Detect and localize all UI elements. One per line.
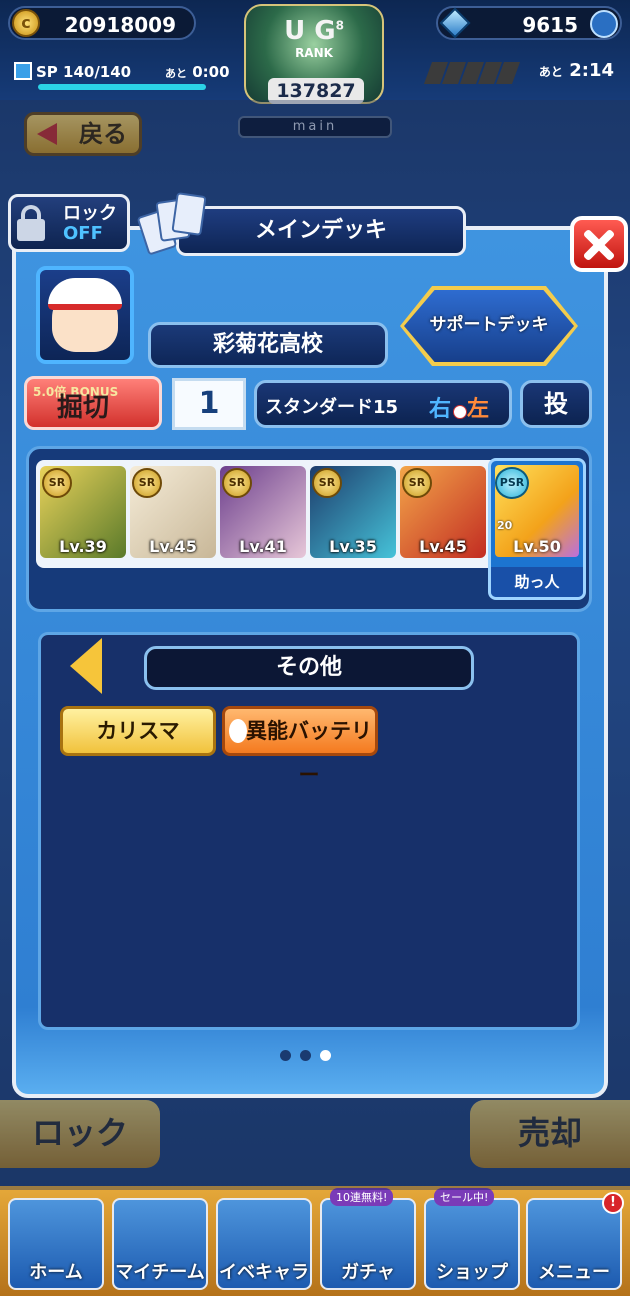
deck-card[interactable]: SR Lv.39 (40, 466, 126, 558)
nav-shop[interactable]: セール中! ショップ (424, 1188, 520, 1290)
helper-mini-badge: 20 (497, 519, 513, 532)
deck-card[interactable]: SR Lv.35 (310, 466, 396, 558)
nav-home-label: ホーム (29, 1262, 83, 1283)
stamina-gauge (423, 62, 538, 88)
gem-icon (439, 7, 471, 39)
top-status-bar: c 20918009 U G8 RANK 137827 9615 SP 140/… (0, 0, 630, 104)
special-ability-icon (229, 719, 247, 743)
deck-card[interactable]: SR Lv.45 (130, 466, 216, 558)
gem-value: 9615 (522, 13, 578, 37)
baseball-icon (453, 405, 467, 419)
close-button[interactable] (570, 216, 628, 272)
nav-gacha[interactable]: 10連無料! ガチャ (320, 1188, 416, 1290)
sp-indicator: SP 140/140 (14, 62, 131, 81)
bat-hand: 左 (467, 397, 490, 422)
throw-hand: 右 (429, 397, 452, 422)
rank-badge[interactable]: U G8 RANK 137827 (244, 4, 384, 104)
rank-label: RANK (295, 46, 333, 60)
card-level: Lv.45 (419, 537, 467, 556)
rarity-badge: SR (312, 468, 342, 498)
lock-label: ロック (63, 203, 117, 224)
lock-toggle[interactable]: ロック OFF (8, 194, 130, 252)
card-level: Lv.35 (329, 537, 377, 556)
rarity-badge: SR (402, 468, 432, 498)
sp-timer: あと 0:00 (165, 63, 230, 81)
support-deck-button[interactable]: サポートデッキ (400, 286, 578, 366)
skill-chip[interactable]: カリスマ (60, 706, 216, 756)
modal-title: メインデッキ (176, 206, 466, 256)
deck-cards-icon (136, 192, 207, 256)
deck-type: スタンダード15 右 左 (254, 380, 512, 428)
nav-home[interactable]: ホーム (8, 1198, 104, 1290)
page-indicator (280, 1046, 350, 1061)
sp-icon (14, 62, 32, 80)
deck-card[interactable]: SR Lv.41 (220, 466, 306, 558)
card-level: Lv.45 (149, 537, 197, 556)
notification-badge: ! (602, 1192, 624, 1214)
bonus-tag: 5.0倍 BONUS 掘切 (24, 376, 162, 430)
skill-panel (38, 632, 580, 1030)
gem-add-icon[interactable] (590, 10, 618, 38)
coin-icon: c (12, 9, 40, 37)
chevron-left-icon (70, 638, 102, 694)
rarity-badge: SR (132, 468, 162, 498)
player-avatar[interactable] (36, 266, 134, 364)
card-level: Lv.41 (239, 537, 287, 556)
bottom-nav: ホーム マイチーム イベキャラ 10連無料! ガチャ セール中! ショップ ! … (0, 1186, 630, 1296)
support-deck-label: サポートデッキ (429, 315, 549, 335)
lock-state: OFF (63, 223, 103, 244)
nav-my-team-label: マイチーム (115, 1262, 205, 1283)
sp-gauge (38, 84, 206, 90)
nav-event-chara-label: イベキャラ (219, 1262, 309, 1283)
nav-menu[interactable]: ! メニュー (526, 1192, 624, 1290)
position-badge: 投 (520, 380, 592, 428)
nav-my-team[interactable]: マイチーム (112, 1198, 208, 1290)
deck-number: 1 (172, 378, 246, 430)
helper-label: 助っ人 (491, 567, 583, 597)
card-level: Lv.39 (59, 537, 107, 556)
page-dot[interactable] (300, 1050, 311, 1061)
rank-ug-emblem: U G8 (284, 16, 344, 46)
stamina-timer: あと 2:14 (538, 60, 614, 81)
nav-gacha-label: ガチャ (341, 1262, 395, 1283)
deck-type-label: スタンダード15 (265, 397, 399, 418)
gem-counter[interactable]: 9615 (436, 6, 622, 40)
nav-shop-label: ショップ (436, 1262, 508, 1283)
nav-menu-label: メニュー (538, 1262, 610, 1283)
page-dot-active[interactable] (320, 1050, 331, 1061)
coin-counter[interactable]: c 20918009 (8, 6, 196, 40)
helper-card[interactable]: PSR 20 Lv.50 助っ人 (488, 458, 586, 600)
previous-page-button[interactable] (70, 638, 104, 694)
skill-chip[interactable]: 異能バッテリー (222, 706, 378, 787)
gacha-free-tag: 10連無料! (330, 1188, 394, 1206)
rarity-badge: PSR (495, 467, 529, 499)
nav-event-chara[interactable]: イベキャラ (216, 1198, 312, 1290)
skill-category-title: その他 (144, 646, 474, 690)
page-dot[interactable] (280, 1050, 291, 1061)
shop-sale-tag: セール中! (434, 1188, 495, 1206)
card-level: Lv.50 (513, 537, 561, 556)
rarity-badge: SR (42, 468, 72, 498)
rarity-badge: SR (222, 468, 252, 498)
unlock-icon (17, 205, 47, 241)
bonus-label: 掘切 (57, 393, 110, 423)
school-name: 彩菊花高校 (148, 322, 388, 368)
deck-card[interactable]: SR Lv.45 (400, 466, 486, 558)
coin-value: 20918009 (64, 13, 176, 37)
